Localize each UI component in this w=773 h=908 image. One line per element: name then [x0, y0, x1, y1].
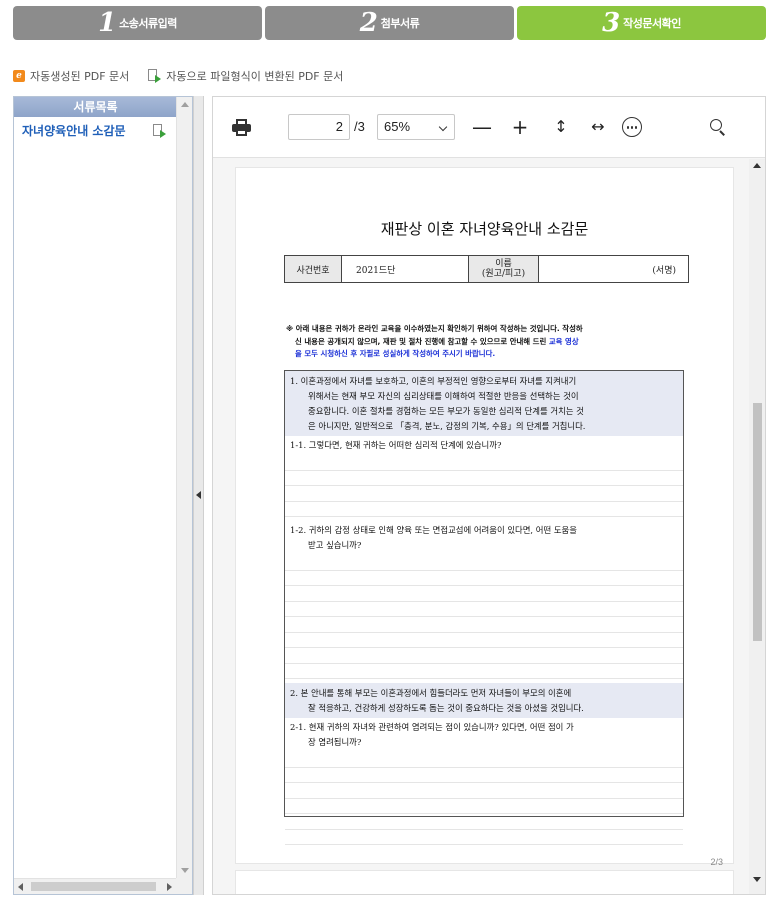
case-number-label: 사건번호: [285, 256, 342, 282]
pdf-viewer: 2 /3 65% — + ↕ ↔ 재판상 이혼 자녀양육안내 소감문 사건번호 …: [212, 96, 766, 895]
converted-pdf-icon: [147, 69, 162, 83]
step-3-label: 작성문서확인: [623, 17, 681, 30]
step-1-number: 1: [98, 8, 117, 38]
signature-cell: (서명): [652, 265, 676, 276]
collapse-arrow-icon[interactable]: [196, 491, 201, 499]
question-2-line-1: 2. 본 안내를 통해 부모는 이혼과정에서 힘들더라도 먼저 자녀들이 부모의…: [290, 688, 572, 698]
document-list-item[interactable]: 자녀양육안내 소감문: [14, 117, 177, 139]
question-1-line-4: 은 아니지만, 일반적으로 「충격, 분노, 감정의 기복, 수용」의 단계를 …: [308, 421, 586, 431]
legend: e 자동생성된 PDF 문서 자동으로 파일형식이 변환된 PDF 문서: [13, 67, 361, 85]
answer-lines-1-1: [285, 455, 683, 517]
zoom-out-button[interactable]: —: [470, 115, 494, 139]
question-1-line-1: 1. 이혼과정에서 자녀를 보호하고, 이혼의 부정적인 영향으로부터 자녀를 …: [290, 376, 577, 386]
list-vertical-scrollbar[interactable]: [176, 97, 192, 878]
question-1-2-line-1: 1-2. 귀하의 감정 상태로 인해 양육 또는 면접교섭에 어려움이 있다면,…: [290, 525, 577, 535]
questionnaire-box: 1. 이혼과정에서 자녀를 보호하고, 이혼의 부정적인 영향으로부터 자녀를 …: [284, 370, 684, 845]
answer-lines-1-2: [285, 555, 683, 679]
step-progress-bar: 1 소송서류입력 2 첨부서류 3 작성문서확인: [13, 6, 766, 40]
legend-converted-pdf: 자동으로 파일형식이 변환된 PDF 문서: [147, 68, 343, 84]
legend-auto-pdf-label: 자동생성된 PDF 문서: [30, 70, 130, 83]
page-counter: 2/3: [710, 857, 723, 867]
scroll-corner: [176, 878, 192, 894]
question-2: 2. 본 안내를 통해 부모는 이혼과정에서 힘들더라도 먼저 자녀들이 부모의…: [285, 683, 683, 718]
document-list-header: 서류목록: [14, 97, 177, 117]
question-2-1-line-2: 장 염려됩니까?: [308, 737, 362, 747]
zoom-select[interactable]: 65%: [377, 114, 455, 140]
zoom-value: 65%: [384, 119, 411, 134]
zoom-in-button[interactable]: +: [508, 115, 532, 139]
more-options-icon[interactable]: [622, 117, 642, 137]
document-vertical-scrollbar[interactable]: [749, 159, 765, 894]
question-1: 1. 이혼과정에서 자녀를 보호하고, 이혼의 부정적인 영향으로부터 자녀를 …: [285, 371, 683, 436]
notice-text: ※ 아래 내용은 귀하가 온라인 교육을 이수하였는지 확인하기 위하여 작성하…: [286, 323, 686, 361]
scroll-up-arrow-icon[interactable]: [753, 163, 761, 168]
scroll-right-arrow-icon[interactable]: [167, 883, 172, 891]
step-2-number: 2: [359, 8, 378, 38]
step-1: 1 소송서류입력: [13, 6, 262, 40]
page-number-input[interactable]: 2: [288, 114, 350, 140]
document-list-panel: 서류목록 자녀양육안내 소감문: [13, 96, 193, 895]
print-icon[interactable]: [232, 119, 251, 136]
question-2-1-line-1: 2-1. 현재 귀하의 자녀와 관련하여 염려되는 점이 있습니까? 있다면, …: [290, 722, 574, 732]
horizontal-scroll-thumb[interactable]: [31, 882, 156, 891]
chevron-down-icon: [438, 122, 448, 132]
scroll-up-arrow-icon[interactable]: [181, 102, 189, 107]
case-number-value: 2021드단: [342, 256, 469, 282]
step-2: 2 첨부서류: [265, 6, 514, 40]
document-title: 재판상 이혼 자녀양육안내 소감문: [380, 220, 589, 238]
step-3-number: 3: [602, 8, 621, 38]
notice-highlight-1: 교육 영상: [548, 336, 579, 346]
auto-pdf-icon: e: [13, 70, 25, 82]
page-total: /3: [354, 119, 365, 134]
name-label-cell: 이름 (원고/피고): [469, 256, 539, 282]
scroll-down-arrow-icon[interactable]: [753, 877, 761, 882]
name-label: 이름: [495, 259, 512, 269]
notice-line-2: 신 내용은 공개되지 않으며, 재판 및 절차 진행에 참고할 수 있으므로 안…: [286, 336, 686, 349]
notice-line-2-text: 신 내용은 공개되지 않으며, 재판 및 절차 진행에 참고할 수 있으므로 안…: [295, 336, 549, 346]
question-1-2: 1-2. 귀하의 감정 상태로 인해 양육 또는 면접교섭에 어려움이 있다면,…: [285, 521, 683, 555]
question-1-2-line-2: 받고 싶습니까?: [308, 540, 362, 550]
question-2-line-2: 잘 적응하고, 건강하게 성장하도록 돕는 것이 중요하다는 것을 아셨을 것입…: [308, 703, 584, 713]
step-1-label: 소송서류입력: [119, 17, 177, 30]
legend-converted-pdf-label: 자동으로 파일형식이 변환된 PDF 문서: [166, 70, 344, 83]
question-1-line-3: 중요합니다. 이혼 절차를 경험하는 모든 부모가 동일한 심리적 단계를 거치…: [308, 406, 584, 416]
document-scroll-thumb[interactable]: [753, 403, 762, 641]
fit-height-button[interactable]: ↕: [549, 115, 573, 139]
step-3: 3 작성문서확인: [517, 6, 766, 40]
answer-lines-2-1: [285, 752, 683, 845]
panel-splitter[interactable]: [193, 96, 204, 895]
case-info-table: 사건번호 2021드단 이름 (원고/피고) (서명): [284, 255, 689, 283]
question-1-line-2: 위해서는 현재 부모 자신의 심리상태를 이해하여 적절한 반응을 선택하는 것…: [308, 391, 579, 401]
scroll-left-arrow-icon[interactable]: [18, 883, 23, 891]
list-horizontal-scrollbar[interactable]: [14, 878, 176, 894]
document-canvas: 재판상 이혼 자녀양육안내 소감문 사건번호 2021드단 이름 (원고/피고)…: [213, 159, 765, 894]
step-2-label: 첨부서류: [380, 17, 420, 30]
document-page: 재판상 이혼 자녀양육안내 소감문 사건번호 2021드단 이름 (원고/피고)…: [235, 167, 734, 867]
question-1-1: 1-1. 그렇다면, 현재 귀하는 어떠한 심리적 단계에 있습니까?: [290, 440, 502, 450]
search-icon[interactable]: [710, 119, 726, 136]
next-document-page: [235, 870, 734, 894]
legend-auto-pdf: e 자동생성된 PDF 문서: [13, 68, 129, 84]
fit-width-button[interactable]: ↔: [586, 115, 610, 139]
scroll-down-arrow-icon[interactable]: [181, 868, 189, 873]
notice-line-1: ※ 아래 내용은 귀하가 온라인 교육을 이수하였는지 확인하기 위하여 작성하…: [286, 324, 583, 333]
question-2-1: 2-1. 현재 귀하의 자녀와 관련하여 염려되는 점이 있습니까? 있다면, …: [285, 718, 683, 752]
converted-pdf-icon: [152, 123, 166, 138]
document-list-item-label[interactable]: 자녀양육안내 소감문: [22, 122, 126, 139]
name-sub-label: (원고/피고): [481, 269, 526, 279]
pdf-toolbar: 2 /3 65% — + ↕ ↔: [213, 97, 765, 158]
notice-highlight-2: 을 모두 시청하신 후 자필로 성실하게 작성하여 주시기 바랍니다.: [295, 349, 496, 358]
